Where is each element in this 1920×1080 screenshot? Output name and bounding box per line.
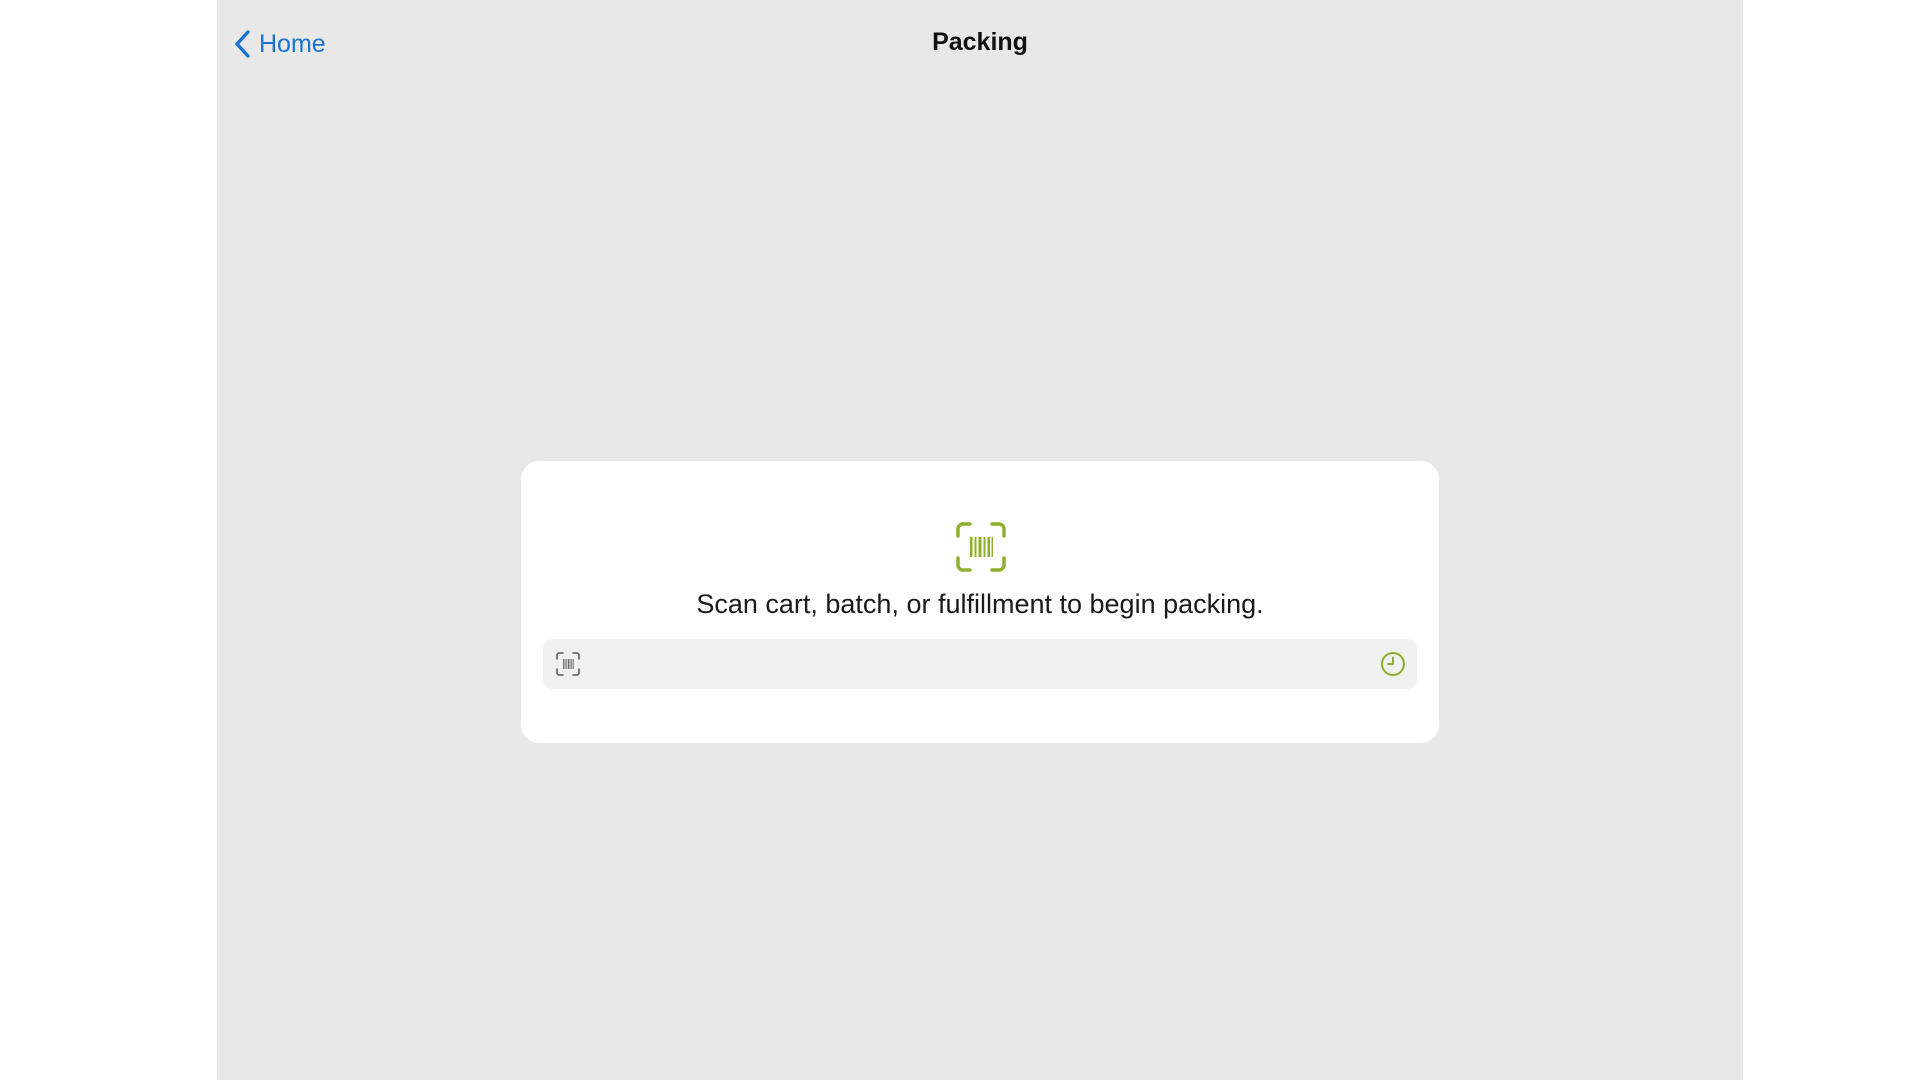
scan-input-field[interactable] (543, 639, 1417, 689)
navigation-bar: Home Packing (217, 0, 1743, 88)
page-title: Packing (932, 28, 1028, 56)
scan-instruction-text: Scan cart, batch, or fulfillment to begi… (696, 589, 1264, 619)
barcode-scan-icon (955, 521, 1007, 573)
barcode-scan-icon[interactable] (555, 651, 581, 677)
scan-input[interactable] (595, 639, 1355, 689)
scan-card: Scan cart, batch, or fulfillment to begi… (521, 461, 1439, 743)
app-screen: Home Packing Scan cart, batch, or fulfil… (217, 0, 1743, 1080)
clock-history-icon[interactable] (1379, 650, 1407, 678)
